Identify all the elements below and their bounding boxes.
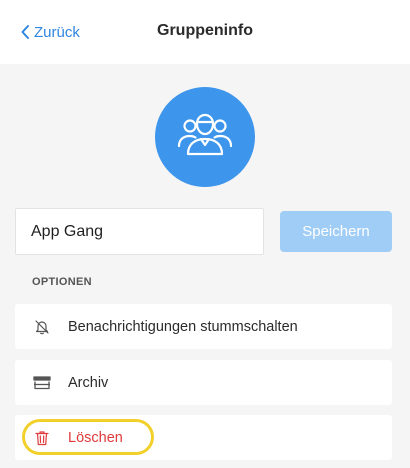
bell-off-icon xyxy=(32,317,52,337)
group-avatar[interactable] xyxy=(155,87,255,187)
top-bar: Zurück Gruppeninfo xyxy=(0,0,410,64)
group-users-icon xyxy=(176,112,234,163)
options-section-label: OPTIONEN xyxy=(32,276,92,288)
delete-label: Löschen xyxy=(68,429,123,446)
mute-notifications-option[interactable]: Benachrichtigungen stummschalten xyxy=(15,304,392,349)
page-title: Gruppeninfo xyxy=(157,22,253,39)
archive-option[interactable]: Archiv xyxy=(15,360,392,405)
archive-label: Archiv xyxy=(68,374,109,391)
save-button[interactable]: Speichern xyxy=(280,211,392,252)
group-name-input[interactable] xyxy=(15,208,264,255)
mute-notifications-label: Benachrichtigungen stummschalten xyxy=(68,318,298,335)
delete-option[interactable]: Löschen xyxy=(15,415,392,460)
archive-icon xyxy=(32,373,52,393)
trash-icon xyxy=(32,428,52,448)
